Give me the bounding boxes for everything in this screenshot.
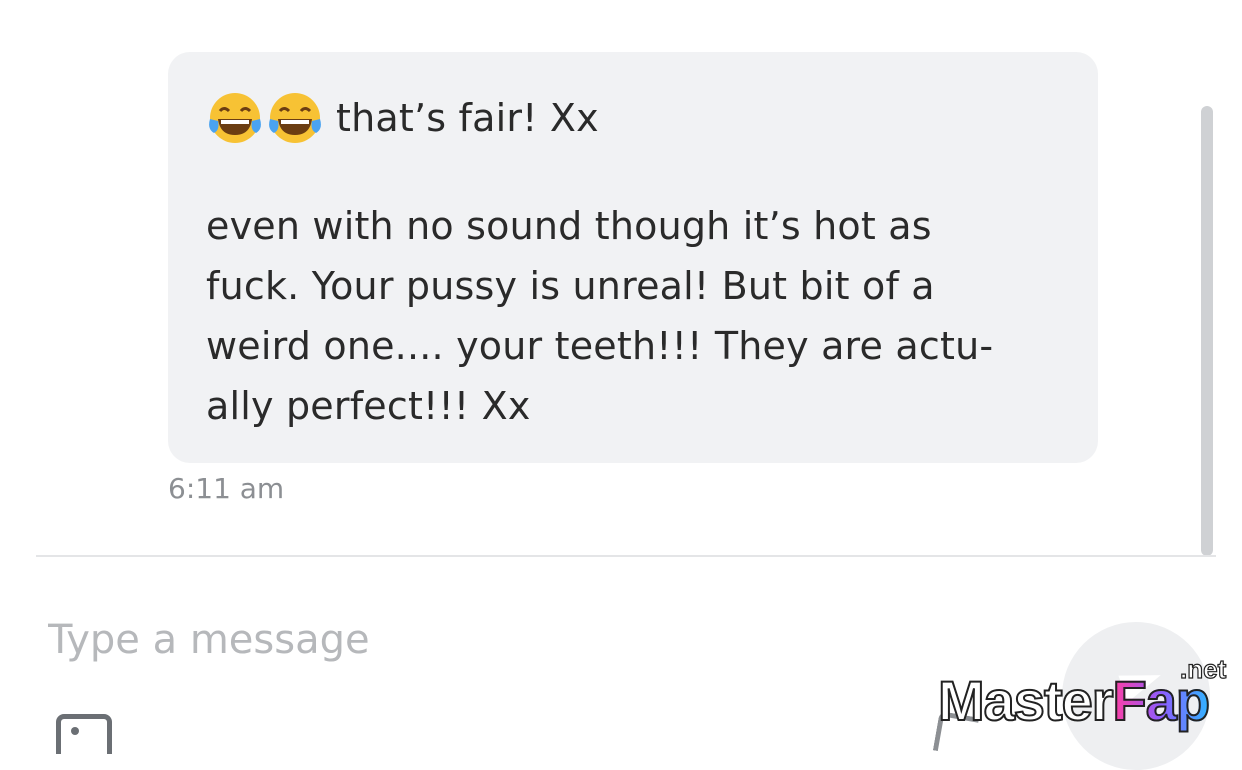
image-icon[interactable] [56, 714, 112, 754]
message-input[interactable] [48, 610, 948, 670]
face-with-tears-of-joy-icon [266, 89, 324, 147]
chat-thread: that’s fair! Xx even with no sound thoug… [0, 0, 1242, 556]
watermark-text: MasterFap [937, 668, 1211, 733]
scrollbar-thumb[interactable] [1201, 106, 1213, 556]
message-timestamp: 6:11 am [168, 472, 285, 505]
composer-divider [36, 555, 1216, 557]
message-first-line: that’s fair! Xx [206, 78, 1062, 158]
message-line-text: that’s fair! Xx [336, 96, 599, 140]
watermark-tld: .net [1179, 653, 1227, 684]
message-body-text: even with no sound though it’s hot as fu… [206, 204, 994, 428]
message-bubble[interactable]: that’s fair! Xx even with no sound thoug… [168, 52, 1098, 463]
watermark-logo: MasterFap .net [937, 653, 1242, 739]
face-with-tears-of-joy-icon [206, 89, 264, 147]
